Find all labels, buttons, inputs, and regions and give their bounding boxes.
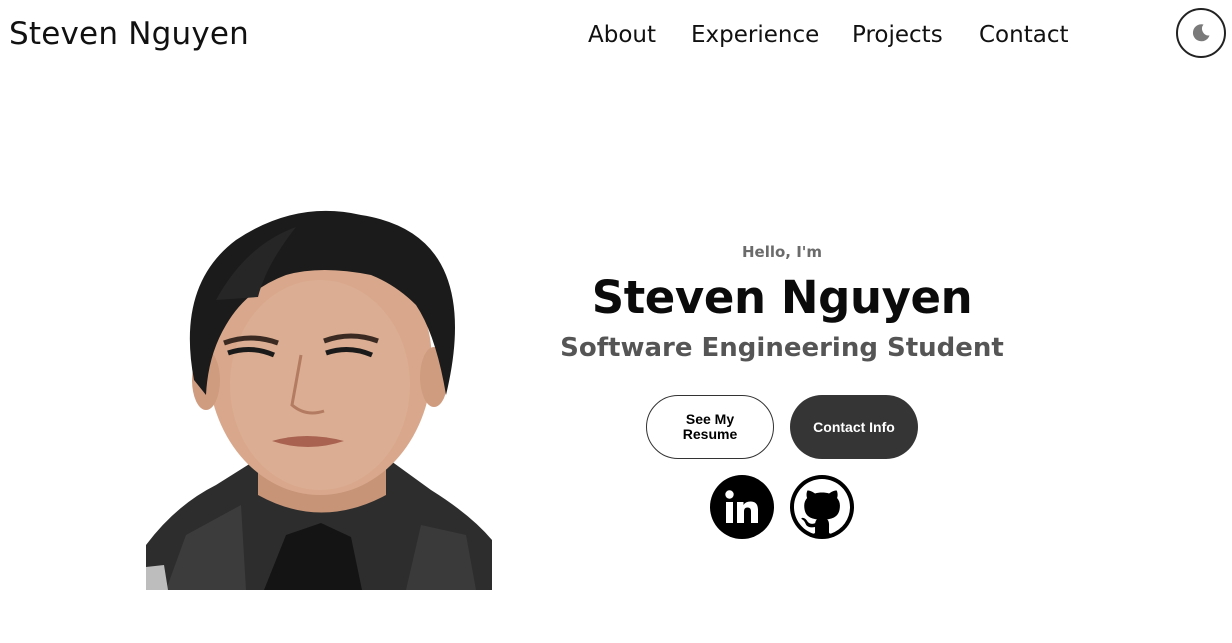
portfolio-page: Steven Nguyen About Experience Projects … (0, 0, 1232, 643)
github-icon (794, 479, 850, 534)
hero-intro: Hello, I'm Steven Nguyen Software Engine… (552, 240, 1012, 363)
profile-photo (146, 205, 492, 590)
theme-toggle-button[interactable] (1176, 8, 1226, 58)
moon-icon (1192, 24, 1210, 42)
nav-experience[interactable]: Experience (691, 22, 819, 48)
nav-projects[interactable]: Projects (852, 22, 943, 48)
linkedin-icon (725, 490, 758, 523)
hero-role: Software Engineering Student (560, 332, 1004, 363)
github-link[interactable] (790, 475, 854, 539)
nav-contact[interactable]: Contact (979, 22, 1068, 48)
hero-name: Steven Nguyen (591, 271, 973, 324)
see-resume-button[interactable]: See My Resume (646, 395, 774, 459)
contact-info-button[interactable]: Contact Info (790, 395, 918, 459)
nav-about[interactable]: About (588, 22, 656, 48)
site-logo[interactable]: Steven Nguyen (9, 16, 249, 52)
hero-greeting: Hello, I'm (741, 243, 823, 261)
linkedin-link[interactable] (710, 475, 774, 539)
